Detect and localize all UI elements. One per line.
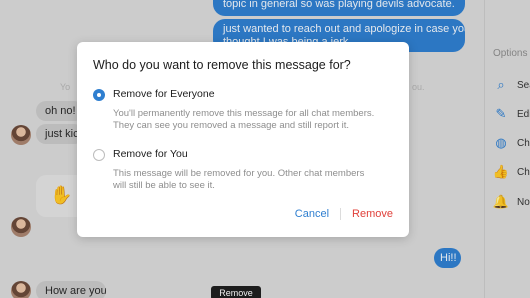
dialog-title: Who do you want to remove this message f… xyxy=(93,58,351,72)
description-line: will still be able to see it. xyxy=(113,180,215,191)
dialog-actions: Cancel Remove xyxy=(295,208,393,220)
remove-for-you-description: This message will be removed for you. Ot… xyxy=(113,168,383,192)
remove-for-you-label[interactable]: Remove for You xyxy=(113,148,188,160)
description-line: You'll permanently remove this message f… xyxy=(113,108,375,119)
cancel-button[interactable]: Cancel xyxy=(295,208,329,220)
remove-message-dialog: Who do you want to remove this message f… xyxy=(77,42,409,237)
description-line: This message will be removed for you. Ot… xyxy=(113,168,365,179)
action-divider xyxy=(340,208,342,220)
remove-for-everyone-radio[interactable] xyxy=(93,89,105,101)
remove-for-you-radio[interactable] xyxy=(93,149,105,161)
remove-for-everyone-description: You'll permanently remove this message f… xyxy=(113,108,383,132)
remove-for-everyone-label[interactable]: Remove for Everyone xyxy=(113,88,215,100)
description-line: They can see you removed a message and s… xyxy=(113,120,350,131)
messenger-app: topic in general so was playing devils a… xyxy=(0,0,530,298)
remove-button[interactable]: Remove xyxy=(352,208,393,220)
